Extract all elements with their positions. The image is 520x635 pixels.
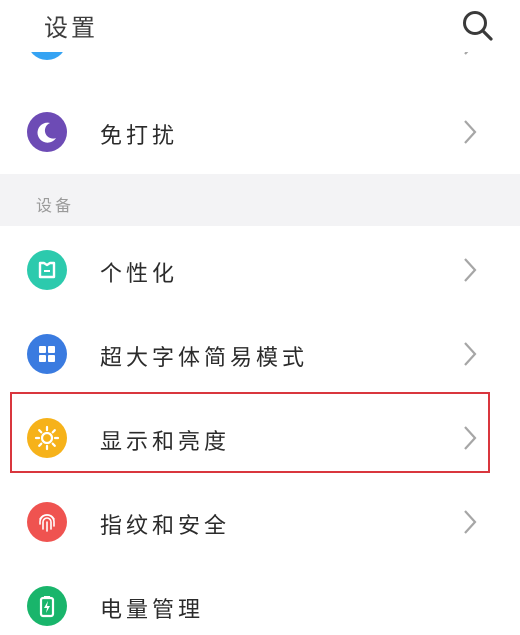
settings-screen: 设置 免打扰 设备 个性化 超大字体简易模式 显示和亮度 指纹和安全 电量管理 bbox=[0, 0, 520, 635]
row-label: 显示和亮度 bbox=[100, 430, 231, 455]
row-label: 指纹和安全 bbox=[100, 514, 231, 539]
chevron-right-icon bbox=[464, 120, 477, 144]
section-header-device: 设备 bbox=[0, 174, 520, 226]
chevron-right-icon bbox=[464, 342, 477, 366]
page-title: 设置 bbox=[44, 14, 98, 42]
fingerprint-icon bbox=[27, 502, 67, 542]
top-bar: 设置 bbox=[0, 0, 520, 52]
row-large-font-mode[interactable]: 超大字体简易模式 bbox=[0, 312, 520, 396]
row-personalization[interactable]: 个性化 bbox=[0, 228, 520, 312]
row-label: 超大字体简易模式 bbox=[100, 346, 309, 371]
chevron-right-icon bbox=[464, 426, 477, 450]
row-label: 电量管理 bbox=[100, 598, 205, 623]
row-display-brightness[interactable]: 显示和亮度 bbox=[0, 396, 520, 480]
battery-icon bbox=[27, 586, 67, 626]
search-button[interactable] bbox=[460, 8, 496, 44]
search-icon bbox=[463, 11, 493, 41]
grid-icon bbox=[27, 334, 67, 374]
row-label: 免打扰 bbox=[100, 124, 179, 149]
sun-icon bbox=[27, 418, 67, 458]
row-do-not-disturb[interactable]: 免打扰 bbox=[0, 90, 520, 174]
row-label: 个性化 bbox=[100, 262, 179, 287]
row-battery-management[interactable]: 电量管理 bbox=[0, 564, 520, 635]
chevron-right-icon bbox=[464, 510, 477, 534]
section-title: 设备 bbox=[36, 196, 75, 215]
row-fingerprint-security[interactable]: 指纹和安全 bbox=[0, 480, 520, 564]
chevron-right-icon bbox=[464, 258, 477, 282]
moon-icon bbox=[27, 112, 67, 152]
theme-icon bbox=[27, 250, 67, 290]
